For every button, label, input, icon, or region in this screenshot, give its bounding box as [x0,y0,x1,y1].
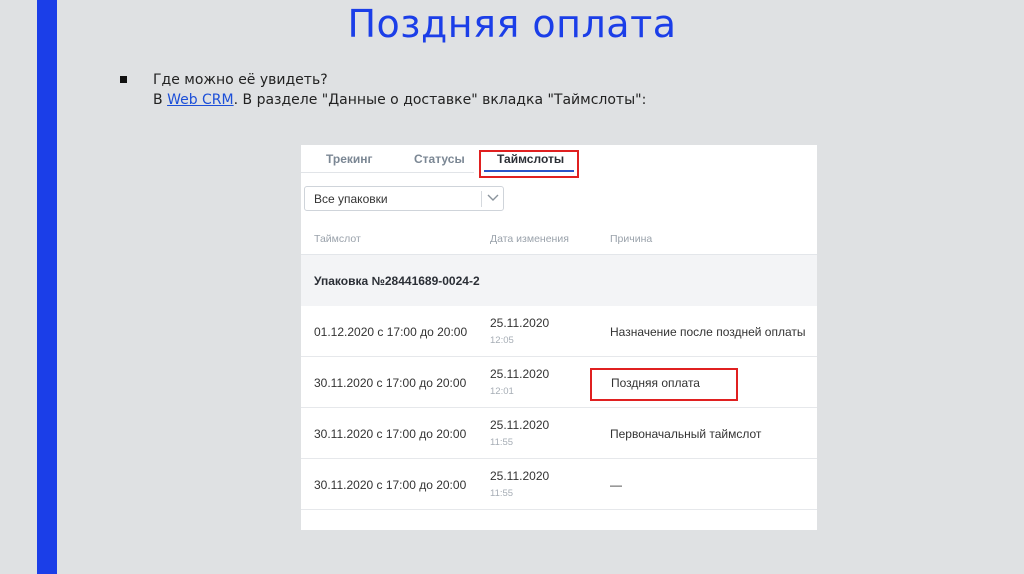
change-time-cell: 12:01 [490,386,514,397]
slide-title: Поздняя оплата [347,2,677,46]
timeslot-cell: 01.12.2020 с 17:00 до 20:00 [314,325,468,339]
change-date-cell: 25.11.2020 [490,367,550,381]
select-divider [481,191,482,207]
package-filter-select[interactable]: Все упаковки [304,186,504,211]
timeslot-cell: 30.11.2020 с 17:00 до 20:00 [314,478,467,492]
table-row: 30.11.2020 с 17:00 до 20:00 25.11.2020 1… [301,459,817,510]
crm-screenshot-panel: Трекинг Статусы Таймслоты Все упаковки Т… [301,145,817,530]
package-group-row: Упаковка №28441689-0024-2 [301,255,817,306]
table-row: 01.12.2020 с 17:00 до 20:00 25.11.2020 1… [301,306,817,357]
change-date-cell: 25.11.2020 [490,469,550,483]
column-header-reason: Причина [610,233,653,245]
tab-statuses[interactable]: Статусы [414,152,465,166]
bullet-text: Где можно её увидеть? В Web CRM. В разде… [153,70,646,110]
tab-highlight-frame [479,150,579,178]
change-time-cell: 11:55 [490,488,514,499]
reason-cell: Назначение после поздней оплаты [610,325,806,339]
bullet-question: Где можно её увидеть? [153,72,328,88]
change-time-cell: 12:05 [490,335,514,346]
reason-highlight-frame [590,368,738,401]
tab-bar-underline [301,172,474,173]
left-accent-bar [37,0,57,574]
package-group-label: Упаковка №28441689-0024-2 [314,274,480,288]
column-header-timeslot: Таймслот [314,233,361,245]
reason-cell: — [610,478,622,492]
change-date-cell: 25.11.2020 [490,418,550,432]
timeslot-cell: 30.11.2020 с 17:00 до 20:00 [314,376,467,390]
chevron-down-icon[interactable] [486,190,500,207]
tab-bar: Трекинг Статусы Таймслоты [301,145,817,178]
column-header-change-date: Дата изменения [490,233,569,245]
change-date-cell: 25.11.2020 [490,316,550,330]
table-row: 30.11.2020 с 17:00 до 20:00 25.11.2020 1… [301,408,817,459]
bullet-suffix: . В разделе "Данные о доставке" вкладка … [233,92,647,108]
package-filter-value: Все упаковки [314,192,388,206]
bullet-square-icon [120,76,127,83]
reason-cell: Первоначальный таймслот [610,427,762,441]
bullet-answer: В Web CRM. В разделе "Данные о доставке"… [153,90,646,110]
table-row: 30.11.2020 с 17:00 до 20:00 25.11.2020 1… [301,357,817,408]
timeslot-cell: 30.11.2020 с 17:00 до 20:00 [314,427,467,441]
web-crm-link[interactable]: Web CRM [167,92,234,108]
tab-tracking[interactable]: Трекинг [326,152,373,166]
change-time-cell: 11:55 [490,437,514,448]
bullet-prefix: В [153,92,168,108]
